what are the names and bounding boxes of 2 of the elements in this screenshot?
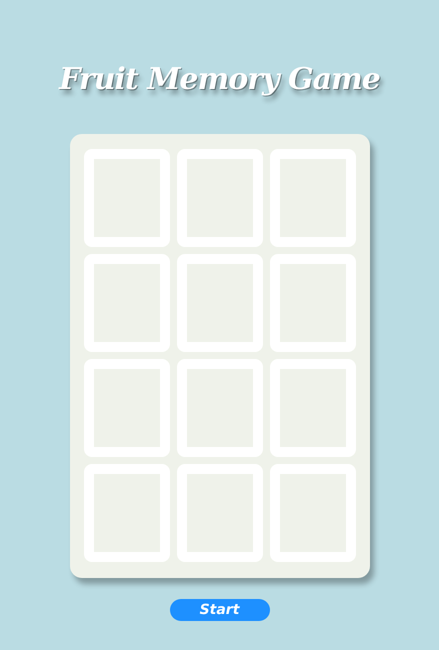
start-button[interactable]: Start — [170, 599, 270, 621]
game-title: Fruit Memory Game — [59, 61, 380, 99]
